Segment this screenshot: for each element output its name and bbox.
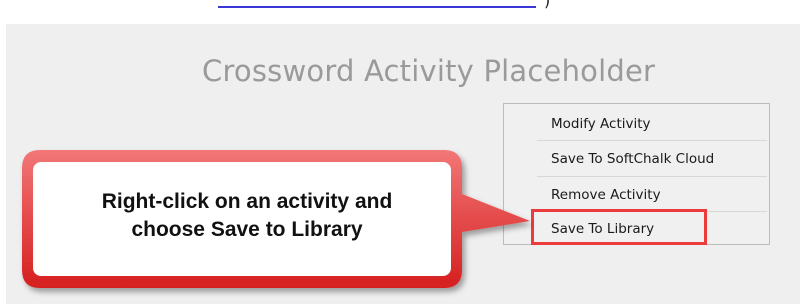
callout-line-2: choose Save to Library	[52, 216, 442, 244]
instruction-callout: Right-click on an activity and choose Sa…	[22, 150, 530, 288]
callout-text: Right-click on an activity and choose Sa…	[52, 188, 442, 244]
menu-item-label: Remove Activity	[551, 187, 661, 203]
menu-item-save-to-softchalk-cloud[interactable]: Save To SoftChalk Cloud	[537, 141, 767, 177]
callout-line-2-prefix: choose	[131, 218, 211, 241]
placeholder-title: Crossword Activity Placeholder	[202, 54, 656, 88]
top-paren: )	[544, 0, 551, 10]
callout-line-1: Right-click on an activity and	[101, 190, 393, 213]
callout-line-2-bold: Save to Library	[210, 218, 363, 241]
save-to-library-highlight	[531, 209, 707, 245]
top-link-area: )	[0, 0, 808, 24]
screenshot-stage: ) Crossword Activity Placeholder Modify …	[0, 0, 808, 304]
menu-item-remove-activity[interactable]: Remove Activity	[537, 177, 767, 213]
top-link-underline[interactable]	[218, 0, 536, 8]
menu-item-modify-activity[interactable]: Modify Activity	[537, 106, 767, 142]
menu-item-label: Modify Activity	[551, 116, 651, 132]
menu-item-label: Save To SoftChalk Cloud	[551, 151, 715, 167]
